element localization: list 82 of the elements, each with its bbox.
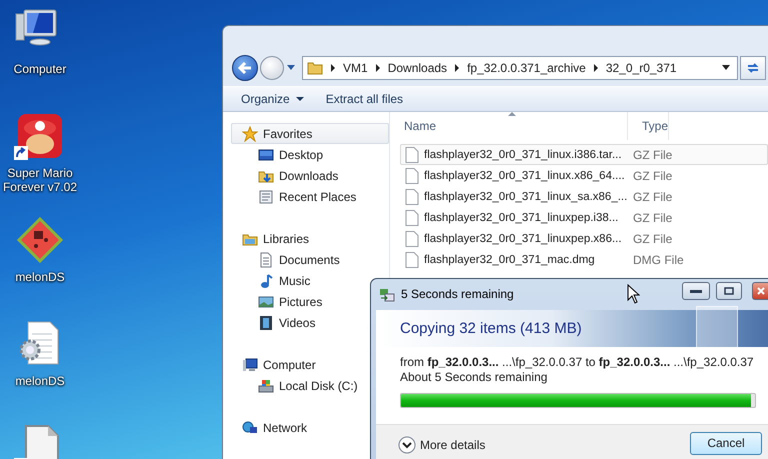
file-icon — [405, 230, 419, 246]
icon-label: melonDS — [14, 374, 66, 388]
file-icon — [405, 210, 419, 226]
minimize-icon — [690, 290, 702, 292]
chevron-down-icon — [398, 436, 416, 454]
minimize-button[interactable] — [682, 282, 710, 300]
file-icon — [405, 168, 419, 184]
document-icon — [258, 252, 274, 268]
nav-item[interactable]: Libraries — [231, 228, 389, 249]
column-header[interactable]: Type — [628, 112, 670, 140]
file-icon — [405, 252, 419, 268]
file-type: GZ File — [632, 210, 672, 224]
icon-label: Super Mario Forever v7.02 — [2, 166, 78, 194]
music-note-icon — [258, 272, 274, 288]
file-type: GZ File — [632, 168, 672, 182]
folder-icon — [307, 60, 323, 76]
recent-places-icon — [258, 188, 274, 204]
file-name: flashplayer32_0r0_371_mac.dmg — [424, 254, 595, 266]
cancel-button[interactable]: Cancel — [690, 432, 762, 455]
nav-item[interactable]: Favorites — [231, 123, 389, 144]
file-name: flashplayer32_0r0_371_linux.i386.tar... — [424, 148, 622, 160]
arrow-left-icon — [238, 62, 252, 74]
file-row[interactable]: flashplayer32_0r0_371_linux_sa.x86_... GZ File — [400, 186, 768, 207]
icon-label: Computer — [12, 62, 68, 76]
file-type: GZ File — [632, 232, 672, 246]
nav-item[interactable]: Computer — [231, 354, 389, 375]
close-icon — [756, 287, 764, 295]
file-icon — [405, 188, 419, 204]
dialog-title: 5 Seconds remaining — [401, 287, 514, 302]
mouse-cursor-icon — [627, 284, 640, 304]
file-name: flashplayer32_0r0_371_linux.x86_64.... — [424, 170, 625, 182]
more-details-button[interactable]: More details — [398, 436, 486, 454]
icon-label: melonDS — [14, 270, 66, 284]
file-name: flashplayer32_0r0_371_linux_sa.x86_... — [424, 190, 628, 202]
file-name: flashplayer32_0r0_371_linuxpep.x86... — [424, 232, 622, 244]
nav-item[interactable]: Downloads — [231, 165, 389, 186]
file-type: DMG File — [632, 252, 684, 266]
breadcrumb-item[interactable]: VM1 — [343, 60, 368, 75]
emulator-app-icon[interactable] — [14, 216, 66, 264]
breadcrumb-item[interactable]: 32_0_r0_371 — [606, 60, 677, 75]
time-remaining: About 5 Seconds remaining — [400, 370, 548, 385]
picture-icon — [258, 294, 274, 310]
organize-menu-button[interactable]: Organize — [233, 88, 312, 110]
nav-item[interactable]: Network — [231, 417, 389, 438]
copy-source-destination: from fp_32.0.0.3... ...\fp_32.0.0.37 to fp_32.0.0.3... ...\fp_32.0.0.37 — [400, 355, 755, 370]
history-caret-icon[interactable] — [286, 64, 296, 72]
network-icon — [242, 420, 258, 436]
glass-decoration — [696, 306, 738, 348]
file-icon — [405, 146, 419, 162]
breadcrumb-item[interactable]: Downloads — [388, 60, 448, 75]
nav-item[interactable]: Desktop — [231, 144, 389, 165]
nav-item[interactable]: Videos — [231, 312, 389, 333]
file-type: GZ File — [632, 148, 672, 162]
back-button[interactable] — [232, 54, 258, 81]
dropdown-arrow-icon[interactable] — [721, 64, 731, 71]
toolbar-button[interactable]: Extract all files — [318, 88, 412, 110]
address-bar[interactable]: VM1 Downloads fp_32.0.0.371_archive 32_0_r0_371 — [302, 56, 738, 80]
maximize-icon — [724, 287, 734, 295]
film-icon — [258, 314, 274, 330]
file-row[interactable]: flashplayer32_0r0_371_linuxpep.x86... GZ File — [400, 228, 768, 249]
nav-item[interactable]: Recent Places — [231, 186, 389, 207]
dialog-heading: Copying 32 items (413 MB) — [400, 321, 582, 336]
file-type: GZ File — [632, 190, 672, 204]
computer-icon — [242, 356, 258, 372]
breadcrumb-item[interactable]: fp_32.0.0.371_archive — [467, 60, 586, 75]
file-row[interactable]: flashplayer32_0r0_371_linuxpep.i38... GZ File — [400, 207, 768, 228]
file-row[interactable]: flashplayer32_0r0_371_linux.x86_64.... GZ File — [400, 165, 768, 186]
monitor-icon — [258, 146, 274, 162]
refresh-button[interactable] — [740, 56, 766, 80]
close-button[interactable] — [752, 282, 768, 300]
file-row[interactable]: flashplayer32_0r0_371_linux.i386.tar... GZ File — [400, 144, 768, 165]
maximize-button[interactable] — [716, 282, 742, 300]
file-name: flashplayer32_0r0_371_linuxpep.i38... — [424, 212, 618, 224]
refresh-arrows-icon — [746, 62, 760, 74]
copy-files-icon — [379, 288, 395, 302]
nav-item[interactable]: Music — [231, 270, 389, 291]
nav-item[interactable]: Documents — [231, 249, 389, 270]
nav-item[interactable]: Pictures — [231, 291, 389, 312]
star-icon — [242, 126, 258, 142]
nav-item[interactable]: Local Disk (C:) — [231, 375, 389, 396]
file-row[interactable]: flashplayer32_0r0_371_mac.dmg DMG File — [400, 249, 768, 270]
disk-icon — [258, 378, 274, 394]
